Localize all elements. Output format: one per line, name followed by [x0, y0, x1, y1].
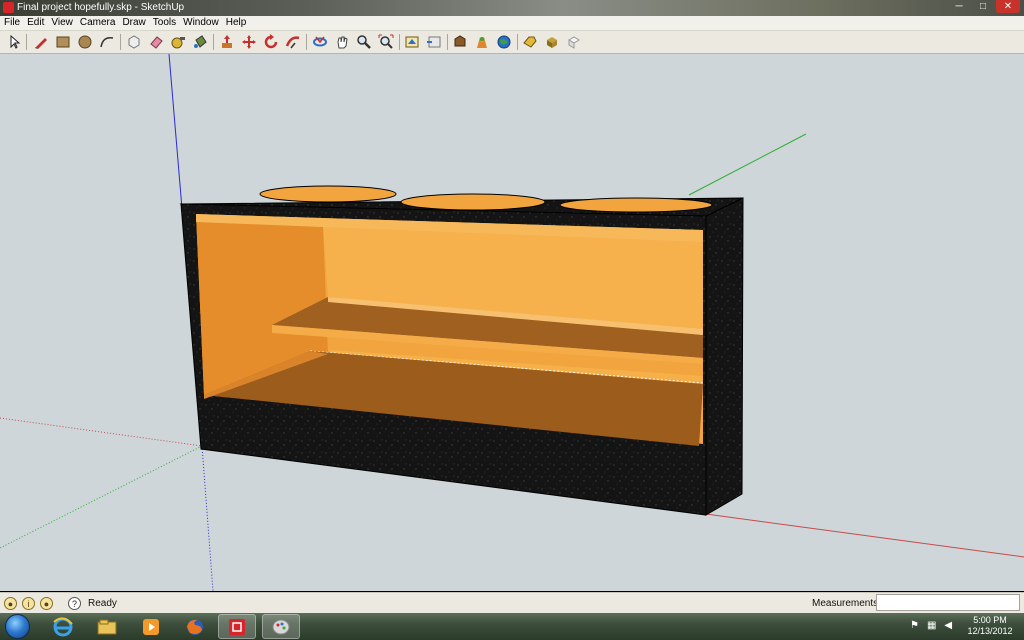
paint-taskbar-icon[interactable] — [262, 614, 300, 639]
toolbar-separator — [26, 34, 27, 50]
rectangle-icon[interactable] — [54, 33, 72, 51]
media-player-icon[interactable] — [132, 614, 170, 639]
tape-measure-icon[interactable] — [169, 33, 187, 51]
toolbar-separator — [306, 34, 307, 50]
start-button[interactable] — [5, 614, 30, 639]
toolbar-separator — [120, 34, 121, 50]
title-bar: Final project hopefully.skp - SketchUp ─… — [0, 0, 1024, 16]
push-pull-icon[interactable] — [218, 33, 236, 51]
photo-textures-icon[interactable] — [565, 33, 583, 51]
toolbar-separator — [399, 34, 400, 50]
action-center-icon[interactable]: ⚑ — [910, 620, 919, 631]
top-hole-2 — [400, 193, 546, 211]
volume-icon[interactable]: ◀ — [944, 620, 952, 631]
menu-tools[interactable]: Tools — [149, 16, 179, 30]
add-location-icon[interactable] — [521, 33, 539, 51]
menu-file[interactable]: File — [0, 16, 23, 30]
help-icon[interactable]: ? — [68, 597, 81, 610]
red-axis-dotted — [0, 417, 203, 447]
get-photo-texture-icon[interactable] — [543, 33, 561, 51]
zoom-extents-icon[interactable] — [377, 33, 395, 51]
status-text: Ready — [88, 598, 117, 609]
zoom-icon[interactable] — [355, 33, 373, 51]
toolbar-separator — [213, 34, 214, 50]
follow-me-icon[interactable] — [284, 33, 302, 51]
move-icon[interactable] — [240, 33, 258, 51]
geo-location-icon[interactable]: ● — [4, 597, 17, 610]
get-models-icon[interactable] — [403, 33, 421, 51]
file-explorer-icon[interactable] — [88, 614, 126, 639]
system-clock[interactable]: 5:00 PM 12/13/2012 — [960, 615, 1020, 637]
status-bar: ● i ● ? Ready Measurements — [0, 592, 1024, 614]
sketchup-taskbar-icon[interactable] — [218, 614, 256, 639]
clock-time: 5:00 PM — [973, 615, 1007, 625]
orbit-icon[interactable] — [311, 33, 329, 51]
toolbar — [0, 31, 1024, 54]
network-icon[interactable]: ▦ — [927, 620, 936, 631]
measurements-label: Measurements — [812, 598, 879, 609]
make-component-icon[interactable] — [125, 33, 143, 51]
red-axis — [705, 513, 1024, 558]
select-icon[interactable] — [5, 33, 23, 51]
menu-camera[interactable]: Camera — [76, 16, 119, 30]
menu-bar: File Edit View Camera Draw Tools Window … — [0, 16, 1024, 31]
toolbar-separator — [517, 34, 518, 50]
firefox-icon[interactable] — [176, 614, 214, 639]
user-icon[interactable]: ● — [40, 597, 53, 610]
minimize-button[interactable]: ─ — [948, 0, 970, 13]
menu-draw[interactable]: Draw — [118, 16, 148, 30]
top-hole-1 — [259, 185, 397, 203]
menu-edit[interactable]: Edit — [23, 16, 47, 30]
drawing-viewport[interactable] — [0, 54, 1024, 591]
system-tray: ⚑ ▦ ◀ — [910, 620, 952, 631]
share-model-icon[interactable] — [425, 33, 443, 51]
top-hole-3 — [559, 197, 713, 213]
share-component-icon[interactable] — [451, 33, 469, 51]
clock-date: 12/13/2012 — [967, 626, 1013, 636]
google-earth-icon[interactable] — [473, 33, 491, 51]
credits-icon[interactable]: i — [22, 597, 35, 610]
paint-bucket-icon[interactable] — [191, 33, 209, 51]
pan-icon[interactable] — [333, 33, 351, 51]
pencil-icon[interactable] — [32, 33, 50, 51]
menu-window[interactable]: Window — [179, 16, 222, 30]
blue-axis-dotted — [201, 445, 214, 591]
eraser-icon[interactable] — [147, 33, 165, 51]
circle-icon[interactable] — [76, 33, 94, 51]
window-title: Final project hopefully.skp - SketchUp — [17, 2, 185, 13]
sketchup-app-icon[interactable] — [3, 2, 14, 13]
maximize-button[interactable]: □ — [972, 0, 994, 13]
rotate-icon[interactable] — [262, 33, 280, 51]
measurements-input[interactable] — [876, 594, 1020, 611]
arc-icon[interactable] — [98, 33, 116, 51]
windows-taskbar: ⚑ ▦ ◀ 5:00 PM 12/13/2012 — [0, 613, 1024, 640]
model-scene — [0, 54, 1024, 591]
green-axis-dotted — [0, 445, 203, 549]
toolbar-separator — [447, 34, 448, 50]
internet-explorer-icon[interactable] — [44, 614, 82, 639]
box-right-face — [705, 197, 744, 516]
toggle-terrain-icon[interactable] — [495, 33, 513, 51]
menu-help[interactable]: Help — [222, 16, 250, 30]
green-axis — [688, 133, 807, 196]
menu-view[interactable]: View — [47, 16, 76, 30]
window-controls: ─ □ ✕ — [948, 0, 1020, 15]
close-button[interactable]: ✕ — [996, 0, 1020, 13]
